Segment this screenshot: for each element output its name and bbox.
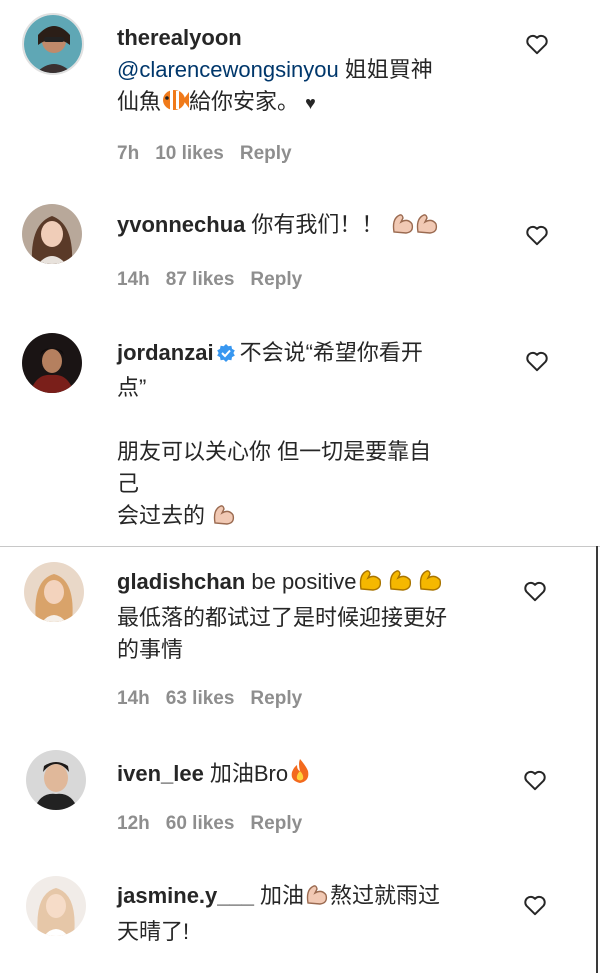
flexed-biceps-icon [304,881,330,916]
like-heart-icon[interactable] [522,767,548,793]
comment-text: 朋友可以关心你 但一切是要靠自 [117,439,432,464]
comment-meta: 7h 10 likes Reply [117,143,308,165]
section-divider [0,546,600,547]
username[interactable]: therealyoon [117,25,242,50]
flexed-biceps-icon [211,501,237,536]
comment-text: 給你安家。 [189,89,300,114]
like-heart-icon[interactable] [522,892,548,918]
username[interactable]: yvonnechua [117,212,245,237]
timestamp: 14h [117,269,150,290]
comment-body: therealyoon @clarencewongsinyou 姐姐買神 仙魚 … [117,22,502,122]
likes-count[interactable]: 87 likes [166,269,235,290]
like-heart-icon[interactable] [522,578,548,604]
reply-button[interactable]: Reply [250,269,302,290]
comment-text: 姐姐買神 [338,57,433,82]
avatar[interactable] [22,333,82,393]
mention-link[interactable]: @clarencewongsinyou [117,57,339,82]
like-heart-icon[interactable] [524,348,550,374]
timestamp: 7h [117,143,140,164]
likes-count[interactable]: 60 likes [166,813,235,834]
comment-meta: 14h 63 likes Reply [117,688,318,710]
comment-body: yvonnechua 你有我们！！ [117,209,502,245]
avatar[interactable] [26,750,86,810]
fire-icon [288,757,312,794]
comment-text: 最低落的都试过了是时候迎接更好 [117,605,448,630]
reply-button[interactable]: Reply [250,813,302,834]
comment-text: 己 [117,471,140,496]
comment-text: 仙魚 [117,89,162,114]
comment-text: be positive [251,569,357,594]
reply-button[interactable]: Reply [250,688,302,709]
comment-body: iven_lee 加油Bro [117,757,502,794]
timestamp: 14h [117,688,150,709]
comment-text: 的事情 [117,637,184,662]
avatar[interactable] [22,204,82,264]
comment-body: gladishchan be positive 最低落的都试过了是时候迎接更好 的… [117,565,502,666]
comment-text: 加油 [259,883,304,908]
comment-meta: 14h 87 likes Reply [117,269,318,291]
username[interactable]: gladishchan [117,569,245,594]
comment-text: 熬过就雨过 [330,883,441,908]
tropical-fish-icon [161,87,190,122]
username[interactable]: jordanzai [117,340,214,365]
comment-text: 会过去的 [117,503,206,528]
verified-badge-icon [216,340,236,372]
comment-text: 天晴了! [117,919,190,944]
reply-button[interactable]: Reply [240,143,292,164]
comment-text: 加油Bro [209,761,289,786]
comment-text: 点” [117,375,147,400]
flexed-biceps-icon [390,210,442,245]
comment-text: 不会说“希望你看开 [239,340,423,365]
username[interactable]: iven_lee [117,761,204,786]
window-edge [596,546,598,973]
comment-meta: 12h 60 likes Reply [117,813,318,835]
username[interactable]: jasmine.y___ [117,883,254,908]
flexed-biceps-icon [357,565,447,602]
timestamp: 12h [117,813,150,834]
like-heart-icon[interactable] [524,222,550,248]
comment-text: 你有我们！！ [251,212,384,237]
likes-count[interactable]: 10 likes [155,143,224,164]
comment-body: jasmine.y___ 加油 熬过就雨过 天晴了! [117,880,502,948]
likes-count[interactable]: 63 likes [166,688,235,709]
avatar[interactable] [26,876,86,936]
avatar[interactable] [24,562,84,622]
avatar[interactable] [22,13,84,75]
black-heart-icon: ♥ [305,93,316,113]
comment-body: jordanzai 不会说“希望你看开 点” 朋友可以关心你 但一切是要靠自 己… [117,337,502,536]
like-heart-icon[interactable] [524,31,550,57]
